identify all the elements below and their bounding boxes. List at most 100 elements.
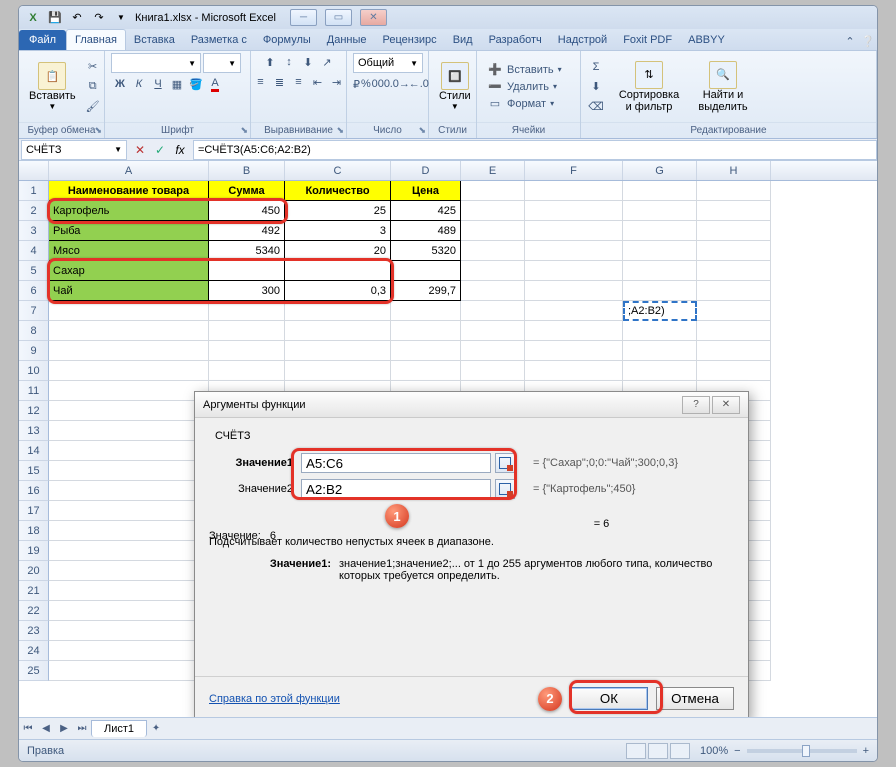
decrease-decimal-icon[interactable]: ←.0: [410, 75, 428, 93]
row-header[interactable]: 16: [19, 481, 49, 501]
select-all-corner[interactable]: [19, 161, 49, 180]
cell[interactable]: 25: [285, 201, 391, 221]
cell[interactable]: [49, 661, 209, 681]
cell[interactable]: [461, 181, 525, 201]
cell[interactable]: [49, 561, 209, 581]
row-header[interactable]: 18: [19, 521, 49, 541]
fill-color-icon[interactable]: 🪣: [187, 75, 205, 93]
font-size-combo[interactable]: ▼: [203, 53, 241, 73]
cell[interactable]: [697, 321, 771, 341]
percent-icon[interactable]: %: [361, 75, 371, 93]
tab-addins[interactable]: Надстрой: [550, 30, 615, 50]
row-header[interactable]: 22: [19, 601, 49, 621]
cell[interactable]: 20: [285, 241, 391, 261]
cell[interactable]: 300: [209, 281, 285, 301]
cell[interactable]: [461, 221, 525, 241]
italic-icon[interactable]: К: [130, 75, 148, 93]
cell[interactable]: [209, 321, 285, 341]
row-header[interactable]: 24: [19, 641, 49, 661]
cell[interactable]: Мясо: [49, 241, 209, 261]
tab-abbyy[interactable]: ABBYY: [680, 30, 733, 50]
tab-review[interactable]: Рецензирс: [375, 30, 445, 50]
zoom-in-icon[interactable]: +: [863, 745, 869, 757]
cell[interactable]: 0,3: [285, 281, 391, 301]
redo-icon[interactable]: ↷: [91, 10, 107, 26]
autosum-icon[interactable]: Σ: [587, 58, 605, 76]
help-icon[interactable]: ❔: [859, 32, 877, 50]
row-header[interactable]: 8: [19, 321, 49, 341]
cell[interactable]: [623, 321, 697, 341]
tab-home[interactable]: Главная: [66, 29, 126, 50]
cell[interactable]: [461, 321, 525, 341]
view-normal-icon[interactable]: [626, 743, 646, 759]
row-header[interactable]: 9: [19, 341, 49, 361]
cell[interactable]: 5320: [391, 241, 461, 261]
cell[interactable]: 5340: [209, 241, 285, 261]
cell[interactable]: [461, 261, 525, 281]
cancel-formula-icon[interactable]: ✕: [131, 141, 149, 159]
col-header[interactable]: F: [525, 161, 623, 180]
bold-icon[interactable]: Ж: [111, 75, 129, 93]
minimize-button[interactable]: ─: [290, 9, 317, 26]
maximize-button[interactable]: ▭: [325, 9, 352, 26]
cell[interactable]: [697, 181, 771, 201]
tab-layout[interactable]: Разметка с: [183, 30, 255, 50]
cell[interactable]: [49, 341, 209, 361]
cell[interactable]: [461, 341, 525, 361]
cell[interactable]: [697, 361, 771, 381]
cell[interactable]: [209, 261, 285, 281]
tab-data[interactable]: Данные: [319, 30, 375, 50]
cell[interactable]: [525, 221, 623, 241]
underline-icon[interactable]: Ч: [149, 75, 167, 93]
cell[interactable]: [49, 641, 209, 661]
cell[interactable]: [49, 401, 209, 421]
cell[interactable]: [49, 581, 209, 601]
prev-sheet-icon[interactable]: ◀: [37, 720, 55, 738]
row-header[interactable]: 10: [19, 361, 49, 381]
cell[interactable]: [209, 301, 285, 321]
cell[interactable]: [391, 361, 461, 381]
cell[interactable]: [525, 301, 623, 321]
row-header[interactable]: 11: [19, 381, 49, 401]
cell[interactable]: Сахар: [49, 261, 209, 281]
format-painter-icon[interactable]: 🖌: [84, 98, 102, 116]
tab-view[interactable]: Вид: [445, 30, 481, 50]
table-header[interactable]: Цена: [391, 181, 461, 201]
col-header[interactable]: G: [623, 161, 697, 180]
dialog-close-button[interactable]: ✕: [712, 396, 740, 414]
align-middle-icon[interactable]: ↕: [280, 53, 298, 71]
sort-filter-button[interactable]: ⇅ Сортировка и фильтр: [613, 59, 685, 115]
currency-icon[interactable]: ₽: [353, 75, 360, 93]
row-header[interactable]: 14: [19, 441, 49, 461]
cell[interactable]: [697, 201, 771, 221]
indent-dec-icon[interactable]: ⇤: [309, 73, 327, 91]
cancel-button[interactable]: Отмена: [656, 687, 734, 710]
formula-input[interactable]: =СЧЁТЗ(A5:C6;A2:B2): [193, 140, 877, 160]
cell[interactable]: [525, 321, 623, 341]
cell[interactable]: [697, 341, 771, 361]
cell[interactable]: [461, 201, 525, 221]
number-format-combo[interactable]: Общий▼: [353, 53, 423, 73]
dialog-help-button[interactable]: ?: [682, 396, 710, 414]
row-header[interactable]: 21: [19, 581, 49, 601]
view-pagebreak-icon[interactable]: [670, 743, 690, 759]
cell[interactable]: [623, 281, 697, 301]
name-box[interactable]: СЧЁТЗ▼: [21, 140, 127, 160]
cell[interactable]: Чай: [49, 281, 209, 301]
row-header[interactable]: 12: [19, 401, 49, 421]
cell[interactable]: [461, 241, 525, 261]
row-header[interactable]: 4: [19, 241, 49, 261]
save-icon[interactable]: 💾: [47, 10, 63, 26]
last-sheet-icon[interactable]: ⏭: [73, 720, 91, 738]
cell[interactable]: [391, 301, 461, 321]
zoom-out-icon[interactable]: −: [734, 745, 740, 757]
cell[interactable]: [525, 261, 623, 281]
row-header[interactable]: 5: [19, 261, 49, 281]
cell[interactable]: [285, 301, 391, 321]
active-formula-cell[interactable]: ;A2:B2): [623, 301, 697, 321]
next-sheet-icon[interactable]: ▶: [55, 720, 73, 738]
table-header[interactable]: Количество: [285, 181, 391, 201]
row-header[interactable]: 25: [19, 661, 49, 681]
cell[interactable]: [623, 221, 697, 241]
qat-dropdown-icon[interactable]: ▼: [113, 10, 129, 26]
